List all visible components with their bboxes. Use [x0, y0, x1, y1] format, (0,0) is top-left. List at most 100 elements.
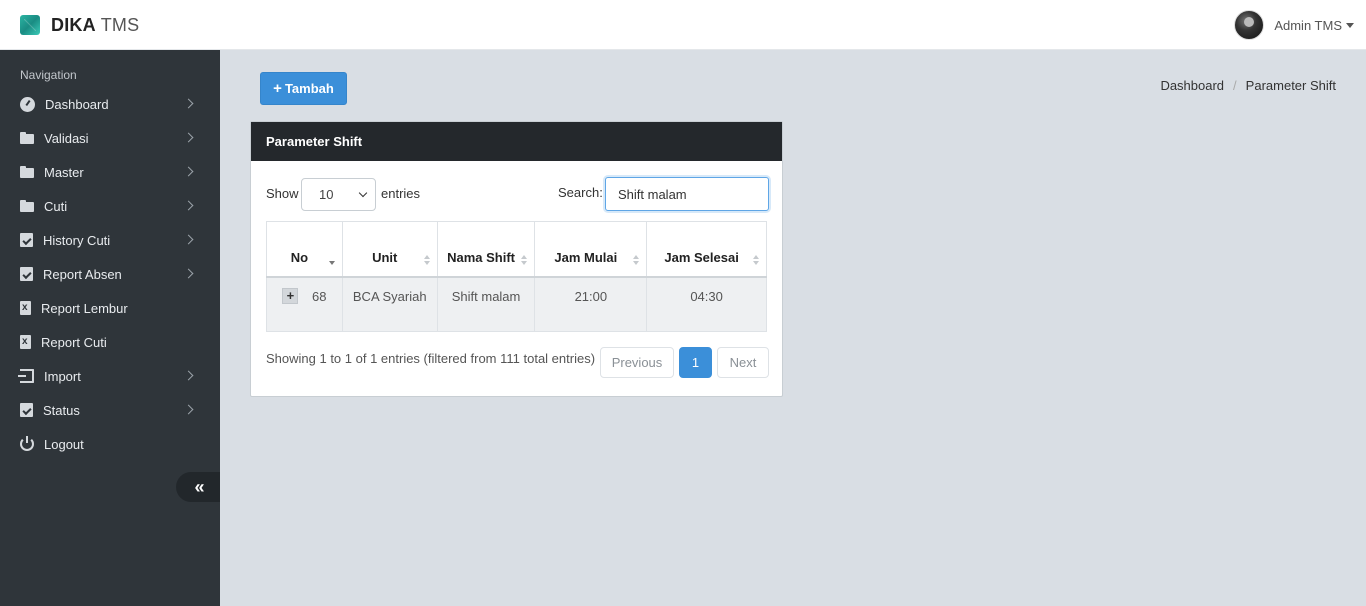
sort-desc-icon — [328, 255, 336, 265]
column-header-label: No — [290, 249, 309, 265]
chevron-right-icon — [183, 98, 194, 109]
cell-no: + 68 — [266, 276, 343, 332]
caret-down-icon — [1346, 22, 1354, 28]
user-name: Admin TMS — [1274, 17, 1342, 33]
search-label: Search: — [558, 185, 603, 200]
sort-icon — [753, 254, 760, 265]
pagination-previous-button[interactable]: Previous — [600, 347, 674, 378]
column-header-label: Unit — [372, 249, 398, 265]
sidebar-item-report-lembur[interactable]: Report Lembur — [0, 291, 220, 325]
cell-no-value: 68 — [311, 288, 327, 304]
pagination: Previous 1 Next — [600, 347, 769, 378]
shift-table: No Unit Nama Shift Jam Mulai Jam Selesai — [266, 221, 767, 332]
column-header-nama-shift[interactable]: Nama Shift — [436, 221, 536, 278]
entries-length-value: 10 — [319, 187, 334, 202]
column-header-label: Jam Selesai — [664, 249, 739, 265]
column-header-no[interactable]: No — [266, 221, 343, 278]
cell-nama-shift: Shift malam — [436, 276, 536, 332]
chevron-right-icon — [183, 200, 194, 211]
add-button-label: Tambah — [284, 81, 334, 96]
folder-icon — [20, 200, 34, 212]
avatar — [1234, 10, 1265, 40]
table-row: + 68 BCA Syariah Shift malam 21:00 04:30 — [266, 276, 767, 332]
sidebar-item-label: Report Lembur — [41, 300, 128, 316]
sidebar-item-import[interactable]: Import — [0, 359, 220, 393]
column-header-jam-selesai[interactable]: Jam Selesai — [646, 221, 767, 278]
breadcrumb-separator: / — [1233, 78, 1237, 93]
nav-heading: Navigation — [20, 68, 77, 82]
pagination-next-button[interactable]: Next — [717, 347, 769, 378]
column-header-label: Jam Mulai — [554, 249, 618, 265]
entries-length-select[interactable]: 10 — [301, 178, 376, 211]
calendar-check-icon — [20, 403, 33, 417]
sidebar-item-label: Cuti — [44, 198, 68, 214]
power-icon — [20, 436, 34, 451]
calendar-check-icon — [20, 233, 33, 247]
sidebar-item-label: Logout — [44, 436, 84, 452]
dashboard-icon — [20, 96, 35, 112]
sidebar-item-report-absen[interactable]: Report Absen — [0, 257, 220, 291]
brand-logo-icon — [20, 15, 40, 35]
double-chevron-left-icon: « — [194, 476, 204, 497]
top-header: DIKA TMS Admin TMS — [0, 0, 1366, 50]
sidebar-item-label: Master — [44, 164, 84, 180]
sidebar-item-label: Report Cuti — [41, 334, 107, 350]
sort-icon — [423, 254, 431, 265]
nav-list: Dashboard Validasi Master Cuti History C… — [0, 87, 220, 461]
folder-icon — [20, 166, 34, 178]
chevron-right-icon — [183, 370, 194, 381]
import-icon — [18, 369, 34, 383]
expand-row-button[interactable]: + — [282, 287, 299, 304]
sidebar-item-dashboard[interactable]: Dashboard — [0, 87, 220, 121]
parameter-shift-card: Parameter Shift Show 10 entries Search: … — [250, 121, 783, 397]
sidebar-item-label: Validasi — [44, 130, 89, 146]
sort-icon — [521, 254, 528, 265]
cell-jam-mulai: 21:00 — [534, 276, 648, 332]
chevron-right-icon — [183, 404, 194, 415]
breadcrumb-current: Parameter Shift — [1245, 78, 1336, 93]
brand[interactable]: DIKA TMS — [20, 14, 139, 36]
cell-unit: BCA Syariah — [341, 276, 438, 332]
plus-icon: + — [273, 80, 282, 97]
sidebar-item-label: Status — [43, 402, 80, 418]
sidebar-item-label: Dashboard — [45, 96, 109, 112]
sidebar-item-status[interactable]: Status — [0, 393, 220, 427]
brand-name-bold: DIKA — [51, 14, 96, 35]
sidebar-item-logout[interactable]: Logout — [0, 427, 220, 461]
folder-icon — [20, 132, 34, 144]
search-input[interactable] — [605, 177, 769, 211]
sidebar-item-report-cuti[interactable]: Report Cuti — [0, 325, 220, 359]
sort-icon — [633, 254, 640, 265]
table-header-row: No Unit Nama Shift Jam Mulai Jam Selesai — [266, 221, 767, 278]
column-header-label: Nama Shift — [447, 249, 516, 265]
sidebar-collapse-button[interactable]: « — [176, 472, 220, 502]
sidebar-item-label: Report Absen — [43, 266, 122, 282]
calendar-check-icon — [20, 267, 33, 281]
excel-file-icon — [20, 335, 31, 349]
brand-name: DIKA TMS — [51, 15, 139, 36]
breadcrumb-home-link[interactable]: Dashboard — [1160, 78, 1224, 93]
breadcrumb: Dashboard / Parameter Shift — [1160, 78, 1336, 93]
sidebar-item-history-cuti[interactable]: History Cuti — [0, 223, 220, 257]
chevron-right-icon — [183, 234, 194, 245]
sidebar-item-cuti[interactable]: Cuti — [0, 189, 220, 223]
chevron-right-icon — [183, 132, 194, 143]
user-menu[interactable]: Admin TMS — [1234, 10, 1354, 40]
sidebar-item-validasi[interactable]: Validasi — [0, 121, 220, 155]
table-info: Showing 1 to 1 of 1 entries (filtered fr… — [266, 351, 596, 366]
cell-jam-selesai: 04:30 — [646, 276, 767, 332]
chevron-right-icon — [183, 268, 194, 279]
pagination-page-button[interactable]: 1 — [679, 347, 712, 378]
brand-name-light: TMS — [100, 14, 140, 35]
excel-file-icon — [20, 301, 31, 315]
sidebar-item-label: Import — [44, 368, 81, 384]
sidebar: Navigation Dashboard Validasi Master Cut… — [0, 50, 220, 606]
column-header-unit[interactable]: Unit — [341, 221, 438, 278]
length-suffix: entries — [381, 186, 421, 201]
card-title: Parameter Shift — [251, 122, 782, 161]
column-header-jam-mulai[interactable]: Jam Mulai — [534, 221, 648, 278]
length-label: Show — [266, 186, 299, 201]
sidebar-item-master[interactable]: Master — [0, 155, 220, 189]
add-button[interactable]: + Tambah — [260, 72, 347, 105]
sidebar-item-label: History Cuti — [43, 232, 111, 248]
